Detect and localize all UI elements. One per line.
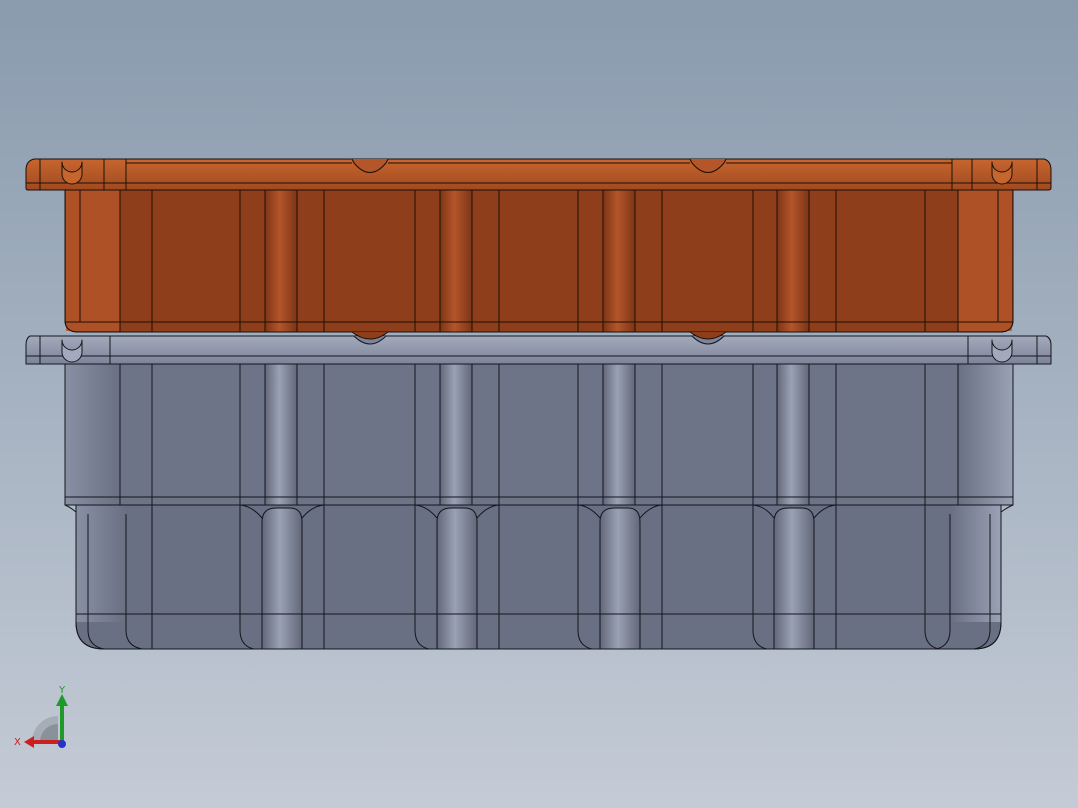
coordinate-triad-icon: Y X xyxy=(14,685,68,748)
graphics-viewport[interactable]: Y X xyxy=(0,0,1078,808)
model-view[interactable] xyxy=(0,0,1078,808)
z-axis-dot xyxy=(58,740,66,748)
tray-flange xyxy=(25,335,1052,365)
base-tray[interactable] xyxy=(25,335,1052,650)
x-axis-arrowhead xyxy=(24,736,34,748)
lid[interactable] xyxy=(25,158,1052,340)
lid-flange xyxy=(25,158,1052,191)
x-axis-label: X xyxy=(14,737,21,748)
y-axis-label: Y xyxy=(58,685,66,696)
